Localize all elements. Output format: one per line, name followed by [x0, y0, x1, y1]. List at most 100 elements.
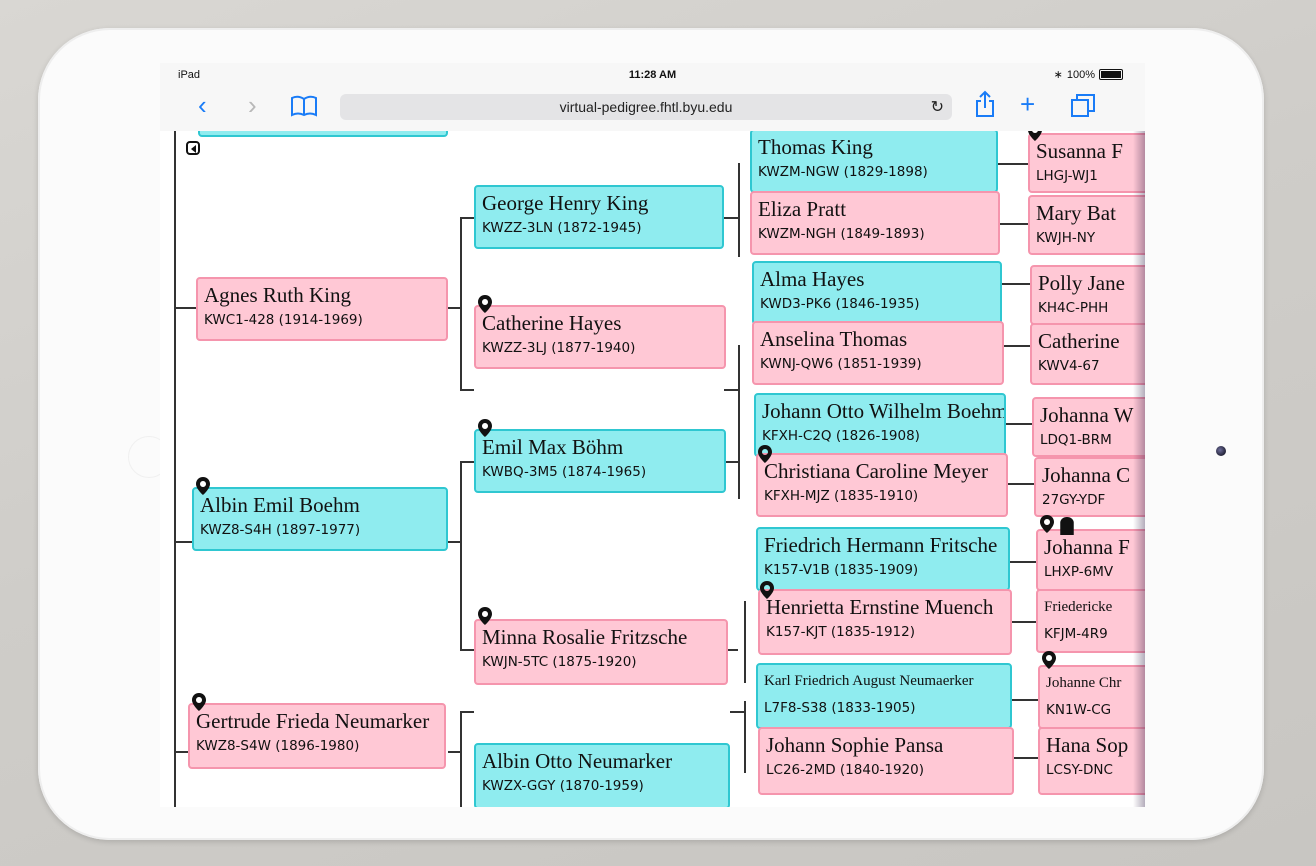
person-card-karl-friedrich-august-neumaerker[interactable]: Karl Friedrich August Neumaerker L7F8-S3… — [756, 663, 1012, 729]
status-bar: iPad 11:28 AM ∗ 100% — [160, 63, 1145, 85]
person-name: Johanna C — [1042, 463, 1131, 487]
person-card-catherine-hayes[interactable]: Catherine Hayes KWZZ-3LJ (1877-1940) — [474, 305, 726, 369]
pedigree-canvas[interactable]: Agnes Ruth King KWC1-428 (1914-1969) Alb… — [160, 131, 1145, 807]
person-name: Johanna F — [1044, 535, 1130, 559]
ipad-screen: iPad 11:28 AM ∗ 100% ‹ › virtual-pedigre… — [160, 63, 1145, 807]
person-id: L7F8-S38 (1833-1905) — [764, 700, 916, 716]
connector — [460, 711, 462, 807]
screen-edge — [1133, 131, 1145, 807]
map-pin-icon[interactable] — [760, 581, 774, 599]
person-card-christiana-caroline-meyer[interactable]: Christiana Caroline Meyer KFXH-MJZ (1835… — [756, 453, 1008, 517]
connector — [448, 307, 460, 309]
person-id: LHGJ-WJ1 — [1036, 168, 1098, 184]
person-id: KWC1-428 (1914-1969) — [204, 312, 363, 328]
person-card-agnes-ruth-king[interactable]: Agnes Ruth King KWC1-428 (1914-1969) — [196, 277, 448, 341]
connector — [460, 389, 474, 391]
person-card-albin-otto-neumarker[interactable]: Albin Otto Neumarker KWZX-GGY (1870-1959… — [474, 743, 730, 807]
person-name: Albin Emil Boehm — [200, 493, 360, 517]
person-card-friedrich-hermann-fritsche[interactable]: Friedrich Hermann Fritsche K157-V1B (183… — [756, 527, 1010, 591]
person-name: Henrietta Ernstine Muench — [766, 595, 994, 619]
person-name: Catherine Hayes — [482, 311, 622, 335]
book-icon[interactable] — [290, 95, 318, 121]
person-card-gen4[interactable]: Friedericke KFJM-4R9 — [1036, 589, 1145, 653]
connector — [460, 711, 474, 713]
person-name: Thomas King — [758, 135, 873, 159]
person-id: KWBQ-3M5 (1874-1965) — [482, 464, 647, 480]
url-bar[interactable]: virtual-pedigree.fhtl.byu.edu ↻ — [340, 94, 952, 120]
connector — [460, 217, 462, 391]
person-card-gen4[interactable]: Johanna C 27GY-YDF — [1034, 457, 1145, 517]
person-card-henrietta-ernstine-muench[interactable]: Henrietta Ernstine Muench K157-KJT (1835… — [758, 589, 1012, 655]
person-card-gen4[interactable]: Hana Sop LCSY-DNC — [1038, 727, 1145, 795]
person-name: Susanna F — [1036, 139, 1123, 163]
connector — [448, 541, 460, 543]
map-pin-icon[interactable] — [1028, 131, 1042, 141]
person-card-johann-otto-wilhelm-boehm[interactable]: Johann Otto Wilhelm Boehm KFXH-C2Q (1826… — [754, 393, 1006, 457]
person-card-gen4[interactable]: Mary Bat KWJH-NY — [1028, 195, 1145, 255]
connector — [174, 307, 196, 309]
map-pin-icon[interactable] — [192, 693, 206, 711]
tabs-icon[interactable] — [1070, 93, 1096, 123]
connector — [1002, 283, 1030, 285]
person-card-thomas-king[interactable]: Thomas King KWZM-NGW (1829-1898) — [750, 131, 998, 193]
person-card-gen4[interactable]: Johanna F LHXP-6MV — [1036, 529, 1145, 591]
connector — [730, 711, 744, 713]
connector — [726, 461, 738, 463]
reload-icon[interactable]: ↻ — [931, 97, 944, 117]
person-name: Hana Sop — [1046, 733, 1129, 757]
person-card-minna-rosalie-fritzsche[interactable]: Minna Rosalie Fritzsche KWJN-5TC (1875-1… — [474, 619, 728, 685]
map-pin-icon[interactable] — [1040, 515, 1054, 533]
person-card-gen4[interactable]: Johanna W LDQ1-BRM — [1032, 397, 1145, 457]
partial-card-top[interactable] — [198, 131, 448, 137]
connector — [724, 217, 738, 219]
person-name: Minna Rosalie Fritzsche — [482, 625, 688, 649]
map-pin-icon[interactable] — [478, 295, 492, 313]
connector — [460, 649, 474, 651]
tombstone-icon[interactable] — [1060, 517, 1074, 535]
person-card-gen4[interactable]: Polly Jane KH4C-PHH — [1030, 265, 1145, 325]
connector — [1006, 423, 1032, 425]
person-card-gen4[interactable]: Catherine KWV4-67 — [1030, 323, 1145, 385]
map-pin-icon[interactable] — [478, 419, 492, 437]
person-card-george-henry-king[interactable]: George Henry King KWZZ-3LN (1872-1945) — [474, 185, 724, 249]
person-card-albin-emil-boehm[interactable]: Albin Emil Boehm KWZ8-S4H (1897-1977) — [192, 487, 448, 551]
connector — [724, 389, 738, 391]
person-card-johann-sophie-pansa[interactable]: Johann Sophie Pansa LC26-2MD (1840-1920) — [758, 727, 1014, 795]
person-id: LC26-2MD (1840-1920) — [766, 762, 925, 778]
person-card-eliza-pratt[interactable]: Eliza Pratt KWZM-NGH (1849-1893) — [750, 191, 1000, 255]
person-name: Christiana Caroline Meyer — [764, 459, 988, 483]
person-id: KFXH-MJZ (1835-1910) — [764, 488, 919, 504]
chevron-left-icon[interactable]: ‹ — [198, 92, 207, 118]
plus-icon[interactable]: + — [1020, 91, 1035, 117]
connector — [1004, 345, 1030, 347]
person-id: KWZ8-S4H (1897-1977) — [200, 522, 361, 538]
person-name: Emil Max Böhm — [482, 435, 624, 459]
map-pin-icon[interactable] — [1042, 651, 1056, 669]
map-pin-icon[interactable] — [758, 445, 772, 463]
map-pin-icon[interactable] — [196, 477, 210, 495]
person-name: Karl Friedrich August Neumaerker — [764, 673, 974, 689]
person-card-anselina-thomas[interactable]: Anselina Thomas KWNJ-QW6 (1851-1939) — [752, 321, 1004, 385]
person-card-gen4[interactable]: Susanna F LHGJ-WJ1 — [1028, 133, 1145, 193]
map-pin-icon[interactable] — [478, 607, 492, 625]
person-id: KFXH-C2Q (1826-1908) — [762, 428, 920, 444]
chevron-right-icon[interactable]: › — [248, 92, 257, 118]
connector — [744, 601, 746, 683]
person-name: Alma Hayes — [760, 267, 865, 291]
collapse-left-icon[interactable] — [186, 141, 200, 155]
connector — [998, 163, 1028, 165]
person-id: LHXP-6MV — [1044, 564, 1114, 580]
person-id: KWZZ-3LJ (1877-1940) — [482, 340, 636, 356]
person-id: 27GY-YDF — [1042, 492, 1106, 508]
person-card-alma-hayes[interactable]: Alma Hayes KWD3-PK6 (1846-1935) — [752, 261, 1002, 325]
person-card-gertrude-frieda-neumarker[interactable]: Gertrude Frieda Neumarker KWZ8-S4W (1896… — [188, 703, 446, 769]
person-card-emil-max-bohm[interactable]: Emil Max Böhm KWBQ-3M5 (1874-1965) — [474, 429, 726, 493]
person-name: Anselina Thomas — [760, 327, 908, 351]
share-icon[interactable] — [975, 90, 995, 122]
person-id: KWNJ-QW6 (1851-1939) — [760, 356, 922, 372]
person-card-gen4[interactable]: Johanne Chr KN1W-CG — [1038, 665, 1145, 729]
person-id: KWJH-NY — [1036, 230, 1096, 246]
person-name: Johanne Chr — [1046, 675, 1122, 691]
connector — [174, 131, 176, 807]
person-name: Friedrich Hermann Fritsche — [764, 533, 998, 557]
